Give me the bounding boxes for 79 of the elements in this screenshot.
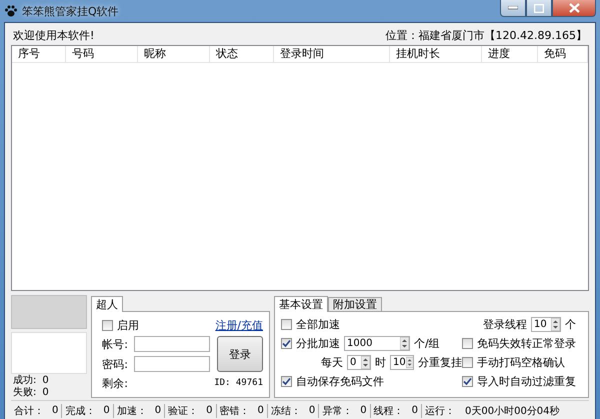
spin-field[interactable]: 10 — [390, 355, 414, 370]
status-label: 合计： — [14, 404, 44, 418]
checkbox-label: 导入时自动过滤重复 — [477, 374, 576, 389]
id-text: ID: 49761 — [214, 378, 263, 388]
column-header[interactable]: 序号 — [12, 46, 66, 62]
daily-label: 每天 — [321, 355, 343, 370]
status-label: 线程： — [374, 404, 404, 418]
spin-field[interactable]: 10 — [531, 317, 561, 332]
status-label: 冻结： — [270, 404, 301, 418]
checkbox[interactable] — [462, 338, 473, 349]
unit-label: 时 — [375, 355, 386, 370]
status-value: 0 — [154, 405, 162, 416]
status-label: 运行： — [425, 404, 455, 418]
unit-label: 分重复挂 — [418, 355, 462, 370]
spin-arrows-icon — [406, 356, 413, 369]
stat-label: 失败: — [13, 386, 36, 399]
spin-field[interactable]: 0 — [347, 355, 371, 370]
status-value: 0 — [412, 405, 418, 416]
column-header[interactable]: 进度 — [482, 46, 538, 62]
checkbox-label: 免码失效转正常登录 — [477, 336, 576, 351]
status-value: 0 — [360, 405, 367, 416]
checkbox[interactable] — [462, 357, 473, 368]
status-value: 0天00小时00分04秒 — [465, 404, 560, 418]
checkbox-label: 手动打码空格确认 — [477, 355, 565, 370]
checkbox[interactable] — [102, 320, 114, 330]
checkbox[interactable] — [281, 319, 292, 330]
status-value: 0 — [52, 405, 58, 416]
column-header[interactable]: 昵称 — [138, 46, 210, 62]
password-label: 密码: — [102, 356, 129, 372]
checkbox[interactable] — [281, 376, 292, 387]
status-label: 完成： — [65, 404, 96, 418]
checkbox-label: 启用 — [117, 318, 140, 332]
status-label: 密错： — [220, 404, 250, 418]
column-header[interactable]: 号码 — [66, 46, 138, 62]
login-button[interactable]: 登录 — [217, 336, 263, 372]
spin-arrows-icon — [551, 318, 560, 331]
checkbox-label: 自动保存免码文件 — [296, 374, 384, 389]
paw-icon — [4, 4, 18, 18]
close-button[interactable] — [552, 0, 596, 17]
close-icon — [568, 3, 580, 13]
column-header[interactable]: 免码 — [538, 46, 588, 62]
tab[interactable]: 超人 — [91, 296, 124, 312]
account-label: 帐号: — [102, 336, 129, 352]
unit-label: 个 — [565, 317, 576, 332]
minimize-icon — [508, 6, 518, 10]
tab[interactable]: 附加设置 — [328, 297, 382, 311]
maximize-button[interactable] — [526, 0, 552, 17]
password-field[interactable] — [134, 356, 210, 372]
status-value: 0 — [103, 405, 110, 416]
checkbox[interactable] — [462, 376, 473, 387]
window-title: 笨笨熊管家挂Q软件 — [22, 4, 119, 18]
welcome-text: 欢迎使用本软件! — [13, 28, 94, 42]
status-value: 0 — [308, 405, 316, 416]
checkbox-label: 分批加速 — [296, 336, 340, 351]
status-label: 验证： — [168, 404, 198, 418]
stat-label: 成功: — [13, 374, 36, 386]
column-header[interactable]: 登录时间 — [274, 46, 390, 62]
account-field[interactable] — [134, 336, 210, 352]
spin-arrows-icon — [400, 337, 409, 350]
spin-field[interactable]: 1000 — [344, 336, 410, 351]
checkbox[interactable] — [281, 338, 292, 349]
status-label: 异常： — [322, 404, 352, 418]
checkbox-label: 全部加速 — [296, 317, 340, 332]
threads-label: 登录线程 — [483, 317, 527, 332]
register-link[interactable]: 注册/充值 — [215, 318, 263, 332]
remaining-label: 剩余: — [102, 376, 129, 390]
stat-value: 0 — [42, 374, 49, 386]
column-header[interactable]: 状态 — [210, 46, 274, 62]
spin-arrows-icon — [361, 356, 370, 369]
status-label: 加速： — [116, 404, 147, 418]
location-text: 位置：福建省厦门市【120.42.89.165】 — [386, 28, 587, 42]
status-value: 0 — [258, 405, 264, 416]
minimize-button[interactable] — [500, 0, 526, 17]
stat-value: 0 — [42, 386, 49, 398]
maximize-icon — [534, 4, 544, 12]
tab[interactable]: 基本设置 — [274, 296, 328, 312]
column-header[interactable]: 挂机时长 — [390, 46, 482, 62]
unit-label: 个/组 — [414, 336, 440, 351]
status-value: 0 — [206, 405, 212, 416]
